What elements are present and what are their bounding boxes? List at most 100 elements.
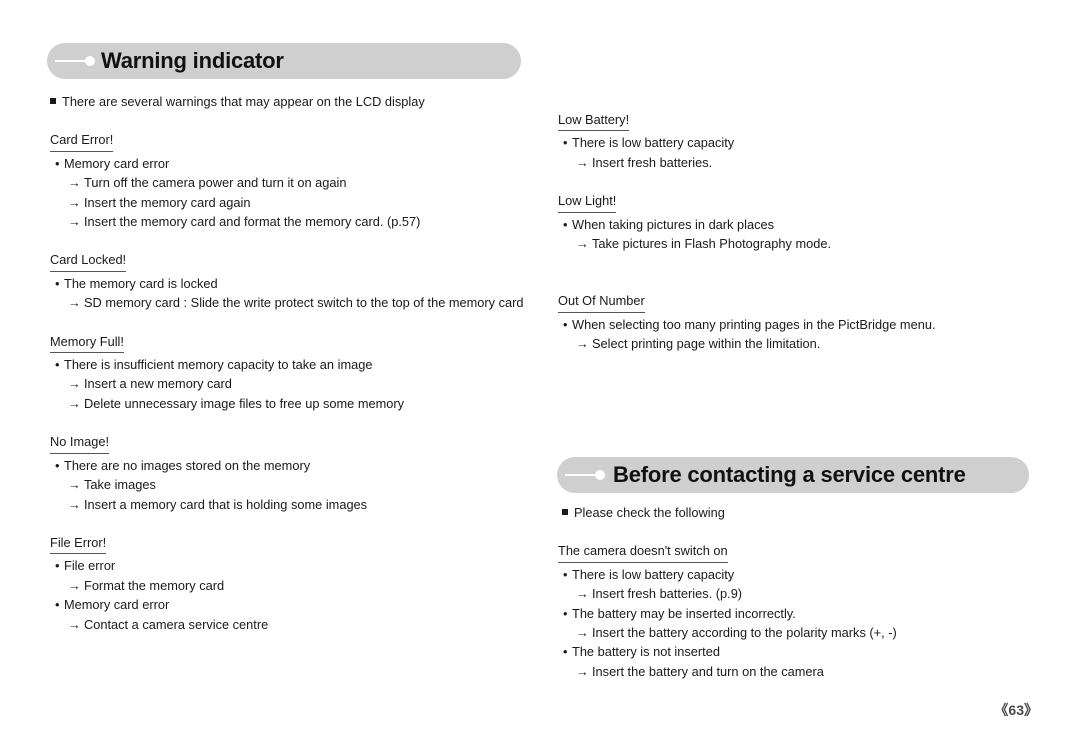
line-text: File error xyxy=(64,558,116,574)
line-text: Take images xyxy=(84,477,156,493)
solution-line: → Insert the memory card again xyxy=(50,193,540,212)
left-intro-note: There are several warnings that may appe… xyxy=(50,92,540,111)
line-text: Insert the memory card again xyxy=(84,194,251,210)
section-header-service-centre: Before contacting a service centre xyxy=(557,457,1029,493)
bullet-dot-icon: • xyxy=(563,605,568,621)
cause-line: • Memory card error xyxy=(50,154,540,173)
arrow-icon: → xyxy=(68,175,81,191)
cause-line: • Memory card error xyxy=(50,595,540,614)
section-heading: Low Battery! xyxy=(558,110,630,132)
solution-line: → Contact a camera service centre xyxy=(50,615,540,634)
line-text: Contact a camera service centre xyxy=(84,616,269,632)
line-text: Memory card error xyxy=(64,155,170,171)
section-heading-row: No Image! xyxy=(50,432,540,454)
square-bullet-icon xyxy=(562,509,568,515)
right-section-list: Low Battery! • There is low battery capaci… xyxy=(558,110,1028,354)
line-text: Turn off the camera power and turn it on… xyxy=(84,175,347,191)
solution-line: → Delete unnecessary image files to free … xyxy=(50,394,540,413)
line-text: SD memory card : Slide the write protect… xyxy=(84,295,524,311)
section-heading: Card Locked! xyxy=(50,250,127,272)
solution-line: → Take images xyxy=(50,475,540,494)
line-text: There is insufficient memory capacity to… xyxy=(64,357,373,373)
arrow-icon: → xyxy=(68,376,81,392)
bullet-dot-icon: • xyxy=(563,135,568,151)
cause-line: • There are no images stored on the memor… xyxy=(50,456,540,475)
message-section: No Image! • There are no images stored on … xyxy=(50,432,540,514)
section-heading-row: Out Of Number xyxy=(558,291,1028,313)
message-section: The camera doesn't switch on • There is lo… xyxy=(558,541,1028,681)
solution-line: → Insert the battery according to the pol… xyxy=(558,623,1028,642)
section-heading: The camera doesn't switch on xyxy=(558,541,728,563)
line-dot-icon xyxy=(557,457,611,493)
section-heading-row: Memory Full! xyxy=(50,332,540,354)
line-text: The battery may be inserted incorrectly. xyxy=(572,605,796,621)
arrow-icon: → xyxy=(576,154,589,170)
right-column: Low Battery! • There is low battery capaci… xyxy=(558,110,1028,354)
left-section-list: Card Error! • Memory card error → Turn off t… xyxy=(50,130,540,634)
service-section-list: The camera doesn't switch on • There is lo… xyxy=(558,541,1028,681)
solution-line: → Insert a memory card that is holding so… xyxy=(50,495,540,514)
bullet-dot-icon: • xyxy=(563,566,568,582)
bullet-dot-icon: • xyxy=(55,155,60,171)
line-text: Memory card error xyxy=(64,597,170,613)
arrow-icon: → xyxy=(68,194,81,210)
solution-line: → Take pictures in Flash Photography mode… xyxy=(558,234,1028,253)
arrow-icon: → xyxy=(576,663,589,679)
line-text: Select printing page within the limitati… xyxy=(592,336,821,352)
line-text: Delete unnecessary image files to free u… xyxy=(84,395,405,411)
line-text: Format the memory card xyxy=(84,577,225,593)
section-heading: Out Of Number xyxy=(558,291,645,313)
line-text: There are no images stored on the memory xyxy=(64,457,311,473)
section-heading-row: Card Error! xyxy=(50,130,540,152)
line-text: Insert a new memory card xyxy=(84,376,232,392)
bullet-dot-icon: • xyxy=(563,216,568,232)
cause-line: • File error xyxy=(50,556,540,575)
arrow-icon: → xyxy=(68,577,81,593)
line-text: There is low battery capacity xyxy=(572,566,735,582)
arrow-icon: → xyxy=(68,214,81,230)
solution-line: → Select printing page within the limitat… xyxy=(558,334,1028,353)
square-bullet-icon xyxy=(50,98,56,104)
section-heading-row: File Error! xyxy=(50,533,540,555)
service-intro-note: Please check the following xyxy=(558,503,1028,522)
bullet-dot-icon: • xyxy=(55,558,60,574)
cause-line: • When selecting too many printing pages … xyxy=(558,315,1028,334)
solution-line: → Insert the memory card and format the m… xyxy=(50,212,540,231)
section-heading: Memory Full! xyxy=(50,332,124,354)
line-text: Insert the battery according to the pola… xyxy=(592,625,897,641)
arrow-icon: → xyxy=(576,625,589,641)
arrow-icon: → xyxy=(68,395,81,411)
arrow-icon: → xyxy=(576,586,589,602)
section-heading-row: Low Battery! xyxy=(558,110,1028,132)
arrow-icon: → xyxy=(68,496,81,512)
message-section: Low Battery! • There is low battery capaci… xyxy=(558,110,1028,172)
line-text: Take pictures in Flash Photography mode. xyxy=(592,236,832,252)
bullet-dot-icon: • xyxy=(55,597,60,613)
arrow-icon: → xyxy=(576,236,589,252)
arrow-icon: → xyxy=(68,295,81,311)
message-section: File Error! • File error → Format the memory… xyxy=(50,533,540,634)
bullet-dot-icon: • xyxy=(563,316,568,332)
cause-line: • The battery is not inserted xyxy=(558,642,1028,661)
arrow-icon: → xyxy=(68,616,81,632)
section-heading-row: Low Light! xyxy=(558,191,1028,213)
message-section: Out Of Number • When selecting too many pr… xyxy=(558,291,1028,353)
solution-line: → Format the memory card xyxy=(50,576,540,595)
cause-line: • There is low battery capacity xyxy=(558,133,1028,152)
cause-line: • The memory card is locked xyxy=(50,274,540,293)
line-text: When taking pictures in dark places xyxy=(572,216,775,232)
solution-line: → Turn off the camera power and turn it o… xyxy=(50,173,540,192)
line-text: There is low battery capacity xyxy=(572,135,735,151)
manual-page: Warning indicator Before contacting a se… xyxy=(0,0,1080,746)
arrow-icon: → xyxy=(68,477,81,493)
section-heading: File Error! xyxy=(50,533,107,555)
section-heading: Low Light! xyxy=(558,191,617,213)
bullet-dot-icon: • xyxy=(55,457,60,473)
solution-line: → Insert a new memory card xyxy=(50,374,540,393)
bullet-dot-icon: • xyxy=(55,275,60,291)
arrow-icon: → xyxy=(576,336,589,352)
line-text: Insert fresh batteries. xyxy=(592,154,713,170)
line-text: The battery is not inserted xyxy=(572,644,720,660)
line-dot-icon xyxy=(47,43,101,79)
section-header-warning-indicator: Warning indicator xyxy=(47,43,521,79)
